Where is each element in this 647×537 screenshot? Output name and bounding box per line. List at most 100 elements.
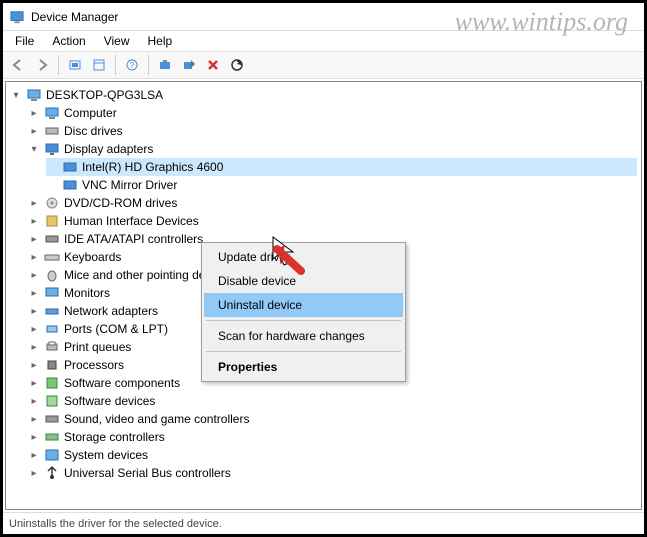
expand-icon[interactable]: ▸ xyxy=(28,413,40,425)
scan-hardware-button[interactable] xyxy=(226,54,248,76)
uninstall-device-button[interactable] xyxy=(202,54,224,76)
menubar: File Action View Help xyxy=(3,31,644,51)
enable-device-button[interactable] xyxy=(178,54,200,76)
tree-leaf-node[interactable]: VNC Mirror Driver xyxy=(46,176,637,194)
category-icon xyxy=(44,357,60,373)
tree-node-label: Network adapters xyxy=(64,304,158,318)
expand-icon[interactable]: ▸ xyxy=(28,287,40,299)
statusbar: Uninstalls the driver for the selected d… xyxy=(3,512,644,534)
expand-icon[interactable]: ▸ xyxy=(28,197,40,209)
context-update-driver[interactable]: Update driver xyxy=(204,245,403,269)
category-icon xyxy=(44,393,60,409)
device-icon xyxy=(62,159,78,175)
app-icon xyxy=(9,9,25,25)
forward-button[interactable] xyxy=(31,54,53,76)
show-hidden-button[interactable] xyxy=(64,54,86,76)
category-icon xyxy=(44,447,60,463)
expand-icon[interactable]: ▸ xyxy=(28,359,40,371)
expand-spacer xyxy=(46,161,58,173)
category-icon xyxy=(44,105,60,121)
expand-icon[interactable]: ▸ xyxy=(28,449,40,461)
help-toolbar-button[interactable]: ? xyxy=(121,54,143,76)
category-icon xyxy=(44,429,60,445)
context-disable-device[interactable]: Disable device xyxy=(204,269,403,293)
category-icon xyxy=(44,411,60,427)
tree-root-node[interactable]: ▾ DESKTOP-QPG3LSA xyxy=(10,86,637,104)
expand-icon[interactable]: ▸ xyxy=(28,269,40,281)
device-icon xyxy=(62,177,78,193)
menu-action[interactable]: Action xyxy=(44,32,93,50)
tree-node-label: Software components xyxy=(64,376,180,390)
expand-icon[interactable]: ▾ xyxy=(28,143,40,155)
expand-spacer xyxy=(46,179,58,191)
properties-toolbar-button[interactable] xyxy=(88,54,110,76)
expand-icon[interactable]: ▸ xyxy=(28,233,40,245)
category-icon xyxy=(44,465,60,481)
expand-icon[interactable]: ▸ xyxy=(28,395,40,407)
tree-node-label: Computer xyxy=(64,106,117,120)
expand-icon[interactable]: ▸ xyxy=(28,125,40,137)
tree-node-label: IDE ATA/ATAPI controllers xyxy=(64,232,203,246)
menu-help[interactable]: Help xyxy=(140,32,181,50)
toolbar: ? xyxy=(3,51,644,79)
tree-node-label: Universal Serial Bus controllers xyxy=(64,466,231,480)
category-icon xyxy=(44,123,60,139)
tree-node-label: Storage controllers xyxy=(64,430,165,444)
expand-icon[interactable]: ▸ xyxy=(28,377,40,389)
tree-node-label: DESKTOP-QPG3LSA xyxy=(46,88,163,102)
svg-text:?: ? xyxy=(130,61,135,70)
expand-icon[interactable]: ▸ xyxy=(28,467,40,479)
tree-node[interactable]: ▸ Human Interface Devices xyxy=(28,212,637,230)
expand-icon[interactable]: ▸ xyxy=(28,215,40,227)
tree-node-label: Human Interface Devices xyxy=(64,214,199,228)
tree-node[interactable]: ▸ Storage controllers xyxy=(28,428,637,446)
context-uninstall-device[interactable]: Uninstall device xyxy=(204,293,403,317)
context-scan-hardware[interactable]: Scan for hardware changes xyxy=(204,324,403,348)
update-driver-button[interactable] xyxy=(154,54,176,76)
tree-node[interactable]: ▸ Sound, video and game controllers xyxy=(28,410,637,428)
category-icon xyxy=(44,303,60,319)
toolbar-separator xyxy=(115,55,116,75)
context-properties[interactable]: Properties xyxy=(204,355,403,379)
category-icon xyxy=(44,231,60,247)
expand-icon[interactable]: ▸ xyxy=(28,251,40,263)
expand-icon[interactable]: ▸ xyxy=(28,431,40,443)
context-separator xyxy=(206,320,401,321)
tree-node-label: Disc drives xyxy=(64,124,123,138)
expand-icon[interactable]: ▸ xyxy=(28,305,40,317)
back-button[interactable] xyxy=(7,54,29,76)
context-separator xyxy=(206,351,401,352)
tree-node[interactable]: ▸ Computer xyxy=(28,104,637,122)
tree-node-label: Sound, video and game controllers xyxy=(64,412,249,426)
context-menu: Update driver Disable device Uninstall d… xyxy=(201,242,406,382)
tree-node[interactable]: ▸DVD/CD-ROM drives xyxy=(28,194,637,212)
tree-node-label: Intel(R) HD Graphics 4600 xyxy=(82,160,223,174)
tree-node-label: Ports (COM & LPT) xyxy=(64,322,168,336)
tree-node-label: Processors xyxy=(64,358,124,372)
tree-node[interactable]: ▾ Display adapters xyxy=(28,140,637,158)
category-icon xyxy=(44,321,60,337)
expand-icon[interactable]: ▸ xyxy=(28,323,40,335)
tree-node-label: Monitors xyxy=(64,286,110,300)
category-icon xyxy=(44,267,60,283)
toolbar-separator xyxy=(148,55,149,75)
tree-node[interactable]: ▸System devices xyxy=(28,446,637,464)
menu-file[interactable]: File xyxy=(7,32,42,50)
expand-icon[interactable]: ▸ xyxy=(28,107,40,119)
device-tree-pane[interactable]: ▾ DESKTOP-QPG3LSA ▸ Computer ▸ Disc drives ▾ Di… xyxy=(5,81,642,510)
computer-icon xyxy=(26,87,42,103)
collapse-icon[interactable]: ▾ xyxy=(10,89,22,101)
category-icon xyxy=(44,249,60,265)
tree-node-label: Display adapters xyxy=(64,142,153,156)
tree-node[interactable]: ▸ Universal Serial Bus controllers xyxy=(28,464,637,482)
tree-node-label: Keyboards xyxy=(64,250,121,264)
tree-node[interactable]: ▸Software devices xyxy=(28,392,637,410)
category-icon xyxy=(44,375,60,391)
category-icon xyxy=(44,213,60,229)
expand-icon[interactable]: ▸ xyxy=(28,341,40,353)
menu-view[interactable]: View xyxy=(96,32,138,50)
tree-node[interactable]: ▸ Disc drives xyxy=(28,122,637,140)
tree-leaf-node[interactable]: Intel(R) HD Graphics 4600 xyxy=(46,158,637,176)
statusbar-text: Uninstalls the driver for the selected d… xyxy=(9,518,222,530)
category-icon xyxy=(44,195,60,211)
